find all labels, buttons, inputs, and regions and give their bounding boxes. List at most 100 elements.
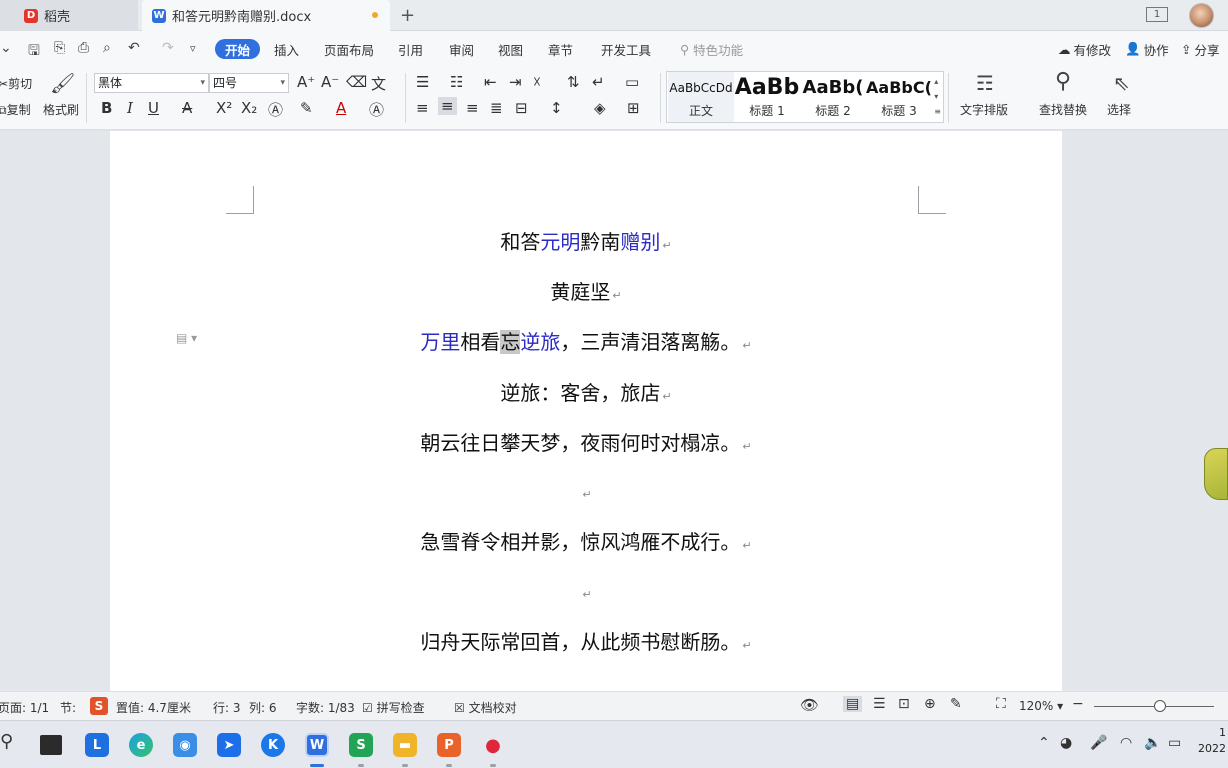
numbered-list-icon[interactable]: ☷ <box>450 73 463 91</box>
app-kuwo-icon[interactable]: K <box>261 733 285 757</box>
word-count[interactable]: 字数: 1/83 <box>296 699 355 716</box>
input-method-icon[interactable]: S <box>90 697 108 715</box>
distribute-icon[interactable]: ⊟ <box>515 99 528 117</box>
edge-browser-icon[interactable]: e <box>129 733 153 757</box>
shrink-font-icon[interactable]: A⁻ <box>321 73 339 91</box>
menu-insert[interactable]: 插入 <box>274 31 299 67</box>
eye-protect-icon[interactable]: 👁 <box>800 696 819 714</box>
poem-line-3[interactable]: 急雪脊令相并影，惊风鸿雁不成行。 ↵ <box>110 526 1062 555</box>
wps-writer-taskbar-icon[interactable]: W <box>305 733 329 757</box>
grow-font-icon[interactable]: A⁺ <box>297 73 315 91</box>
underline-icon[interactable]: U <box>148 99 159 117</box>
align-left-icon[interactable]: ≡ <box>416 99 429 117</box>
window-switch-button[interactable]: 1 <box>1146 7 1168 22</box>
line-spacing-icon[interactable]: ↕ <box>550 99 563 117</box>
qq-tray-icon[interactable]: ◕ <box>1060 735 1072 751</box>
shading-icon[interactable]: ◈ <box>594 99 606 117</box>
has-changes-button[interactable]: ☁ 有修改 <box>1058 31 1111 67</box>
highlight-icon[interactable]: ✎ <box>300 99 313 117</box>
empty-line[interactable]: ↵ <box>110 479 1062 503</box>
column-indicator[interactable]: 列: 6 <box>249 699 277 716</box>
poem-line-4[interactable]: 归舟天际常回首，从此频书慰断肠。 ↵ <box>110 626 1062 655</box>
menu-view[interactable]: 视图 <box>498 31 523 67</box>
save-icon[interactable]: 🖫 <box>28 40 40 64</box>
format-painter-label[interactable]: 格式刷 <box>43 101 79 118</box>
battery-icon[interactable]: ▭ <box>1168 735 1181 751</box>
clear-format-icon[interactable]: ⌫ <box>346 73 367 91</box>
subscript-icon[interactable]: X₂ <box>241 99 257 117</box>
page-view-icon[interactable]: ▤ <box>843 696 863 712</box>
style-heading-2[interactable]: AaBb( 标题 2 <box>800 72 866 122</box>
align-right-icon[interactable]: ≡ <box>466 99 479 117</box>
document-workspace[interactable]: 和答元明黔南赠别 ↵ 黄庭坚 ↵ 万里相看忘逆旅，三声清泪落离觞。 ↵ 逆旅：客舍，旅… <box>0 131 1228 691</box>
screen-recorder-icon[interactable]: ● <box>481 733 505 757</box>
menu-page-layout[interactable]: 页面布局 <box>324 31 374 67</box>
print-preview-icon[interactable]: ⌕ <box>103 40 111 56</box>
row-indicator[interactable]: 行: 3 <box>213 699 241 716</box>
copy-button[interactable]: ⧉复制 <box>0 101 31 118</box>
doc-proof-button[interactable]: ☒ 文档校对 <box>454 699 517 716</box>
page-indicator[interactable]: 页面: 1/1 <box>0 699 49 716</box>
feature-search[interactable]: ⚲ 特色功能 <box>680 31 743 67</box>
app-k-icon[interactable]: L <box>85 733 109 757</box>
style-normal[interactable]: AaBbCcDd 正文 <box>668 72 734 122</box>
magnifier-icon[interactable]: ⚲ <box>1055 69 1071 94</box>
justify-icon[interactable]: ≣ <box>490 99 503 117</box>
text-effect-icon[interactable]: Ⓐ <box>268 99 283 120</box>
phonetic-guide-icon[interactable]: 文 <box>371 73 386 94</box>
menu-section[interactable]: 章节 <box>548 31 573 67</box>
strikethrough-icon[interactable]: A <box>182 99 192 117</box>
text-layout-label[interactable]: 文字排版 <box>960 101 1008 118</box>
tab-home[interactable]: D 稻壳 <box>0 0 138 31</box>
tab-document[interactable]: W 和答元明黔南赠别.docx <box>142 0 390 31</box>
font-size-select[interactable]: 四号 <box>209 73 289 93</box>
position-indicator[interactable]: 置值: 4.7厘米 <box>116 699 191 716</box>
chevron-up-icon[interactable]: ⌃ <box>1038 735 1050 751</box>
empty-line[interactable]: ↵ <box>110 579 1062 603</box>
task-view-icon[interactable] <box>40 735 62 755</box>
styles-scroll-icon[interactable]: ▴ ▾ ≡ <box>934 74 941 119</box>
zoom-slider-handle[interactable] <box>1154 700 1166 712</box>
menu-home[interactable]: 开始 <box>215 39 261 59</box>
ruler-icon[interactable]: ▭ <box>625 73 639 91</box>
font-color-icon[interactable]: A <box>336 99 346 117</box>
style-heading-3[interactable]: AaBbC( 标题 3 <box>866 72 932 122</box>
feishu-icon[interactable]: ➤ <box>217 733 241 757</box>
fit-page-icon[interactable]: ⛶ <box>996 696 1006 712</box>
zoom-out-button[interactable]: − <box>1072 696 1084 712</box>
zoom-level[interactable]: 120% ▾ <box>1019 699 1063 713</box>
document-page[interactable]: 和答元明黔南赠别 ↵ 黄庭坚 ↵ 万里相看忘逆旅，三声清泪落离觞。 ↵ 逆旅：客舍，旅… <box>110 131 1062 691</box>
annotation-line[interactable]: 逆旅：客舍，旅店 ↵ <box>110 377 1062 406</box>
export-pdf-icon[interactable]: ⎘ <box>54 40 65 56</box>
style-heading-1[interactable]: AaBb 标题 1 <box>734 72 800 122</box>
sort-icon[interactable]: ⇅ <box>567 73 580 91</box>
speaker-icon[interactable]: 🔈 <box>1144 735 1161 751</box>
format-painter-icon[interactable]: 🖌 <box>50 71 75 95</box>
menu-review[interactable]: 审阅 <box>449 31 474 67</box>
wps-sheets-taskbar-icon[interactable]: S <box>349 733 373 757</box>
share-button[interactable]: ⇪ 分享 <box>1181 31 1220 67</box>
paragraph-menu-icon[interactable]: ▤ ▾ <box>176 331 197 345</box>
section-indicator[interactable]: 节: <box>60 699 76 716</box>
align-center-icon[interactable]: ≡ <box>438 97 457 115</box>
increase-indent-icon[interactable]: ⇥ <box>509 73 522 91</box>
bullet-list-icon[interactable]: ☰ <box>416 73 429 91</box>
pen-icon[interactable]: ✎ <box>950 696 962 712</box>
find-replace-label[interactable]: 查找替换 <box>1039 101 1087 118</box>
font-name-select[interactable]: 黑体 <box>94 73 209 93</box>
text-layout-icon[interactable]: ☶ <box>976 71 994 95</box>
file-explorer-icon[interactable]: ▬ <box>393 733 417 757</box>
print-icon[interactable]: ⎙ <box>78 40 89 56</box>
reading-view-icon[interactable]: ⊡ <box>898 696 910 712</box>
menu-developer[interactable]: 开发工具 <box>601 31 651 67</box>
camera-app-icon[interactable]: ◉ <box>173 733 197 757</box>
chinese-layout-icon[interactable]: ☓ <box>533 73 541 91</box>
char-border-icon[interactable]: Ⓐ <box>369 99 384 120</box>
borders-icon[interactable]: ⊞ <box>627 99 640 117</box>
redo-icon[interactable]: ↷ <box>162 40 174 56</box>
menu-chevron-icon[interactable]: ⌄ <box>0 40 12 56</box>
decrease-indent-icon[interactable]: ⇤ <box>484 73 497 91</box>
search-icon[interactable]: ⚲ <box>0 731 13 752</box>
wifi-icon[interactable]: ◠ <box>1120 735 1132 751</box>
outline-view-icon[interactable]: ☰ <box>873 696 886 712</box>
